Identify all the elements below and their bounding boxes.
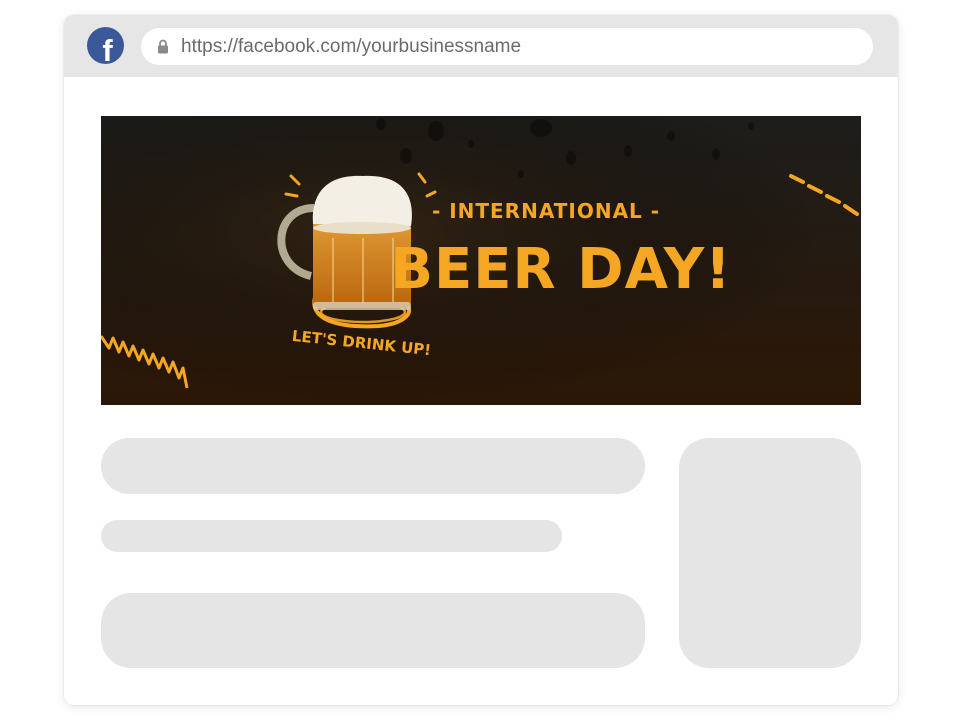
lock-icon xyxy=(158,39,168,54)
browser-window: f https://facebook.com/yourbusinessname xyxy=(64,15,898,705)
cover-photo: - INTERNATIONAL - BEER DAY! LET'S DRINK … xyxy=(101,116,861,405)
cover-headline: BEER DAY! xyxy=(390,237,731,302)
address-bar[interactable]: https://facebook.com/yourbusinessname xyxy=(141,28,873,65)
facebook-logo-letter: f xyxy=(102,33,113,64)
placeholder-block-content xyxy=(101,593,645,668)
placeholder-sidebar-card xyxy=(679,438,861,668)
browser-toolbar: f https://facebook.com/yourbusinessname xyxy=(64,15,898,77)
facebook-logo-icon[interactable]: f xyxy=(87,27,124,64)
cover-photo-graphic: - INTERNATIONAL - BEER DAY! LET'S DRINK … xyxy=(101,116,861,405)
placeholder-bar-title xyxy=(101,438,645,494)
cover-line1: - INTERNATIONAL - xyxy=(432,199,660,223)
address-bar-url[interactable]: https://facebook.com/yourbusinessname xyxy=(181,36,521,58)
placeholder-bar-subtitle xyxy=(101,520,562,552)
